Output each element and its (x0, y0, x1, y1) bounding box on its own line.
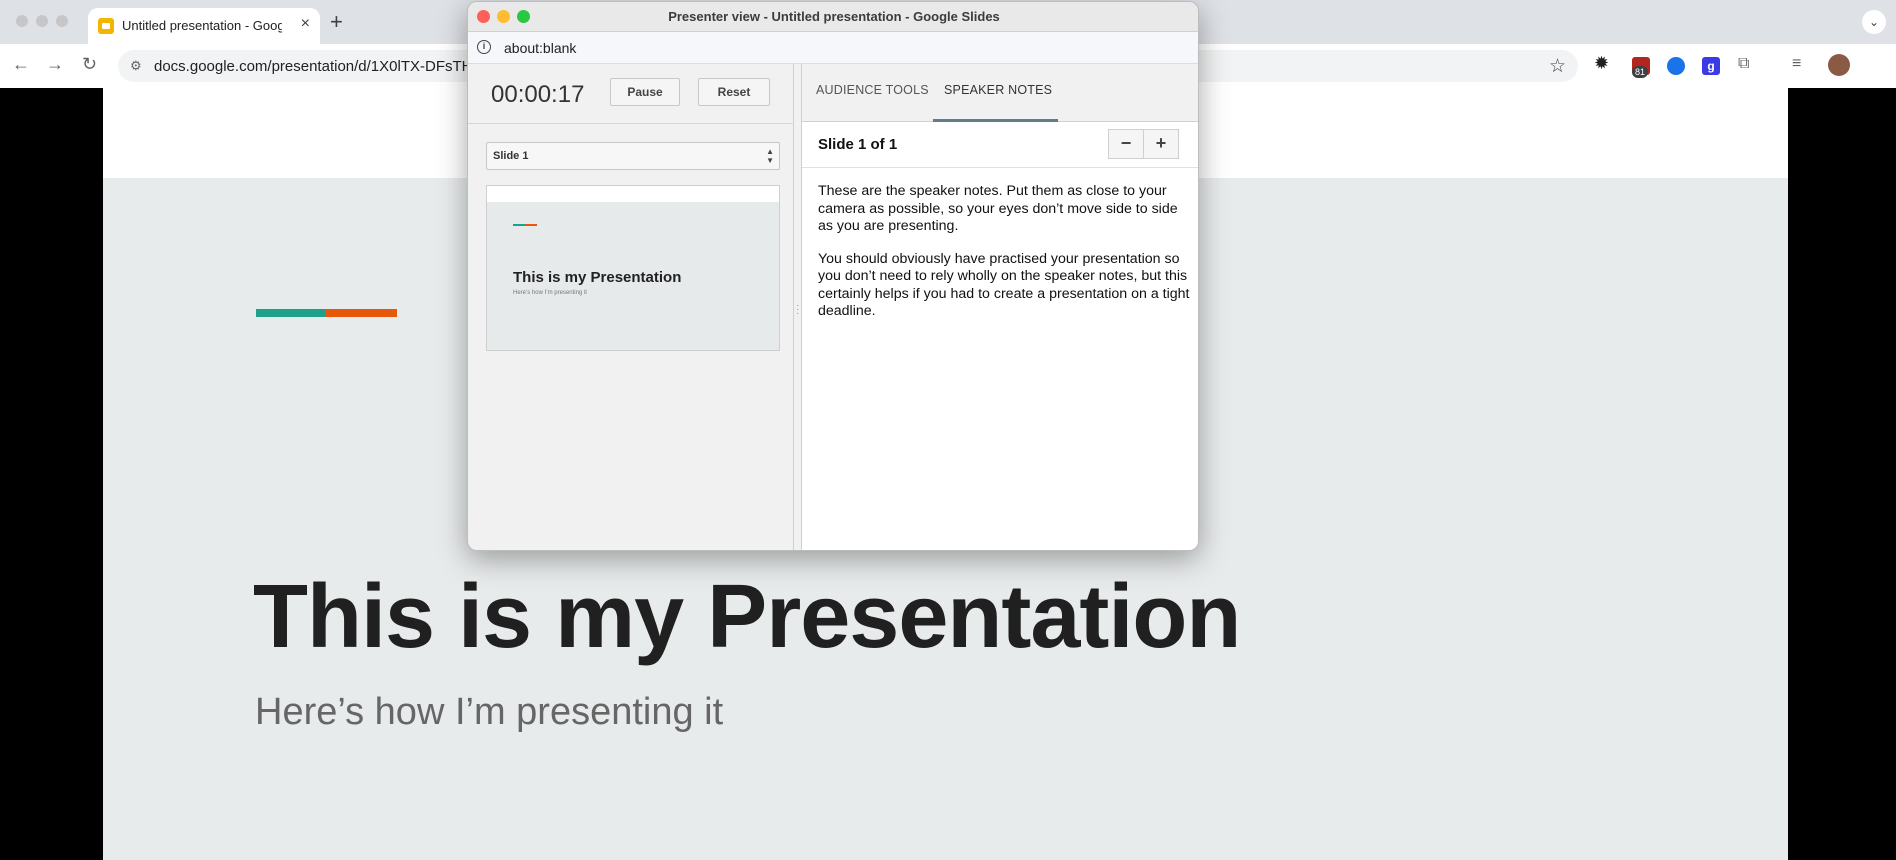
zoom-out-button[interactable]: − (1108, 129, 1144, 159)
info-icon[interactable]: i (477, 40, 491, 54)
notes-paragraph: These are the speaker notes. Put them as… (818, 183, 1178, 234)
notes-slide-counter: Slide 1 of 1 (818, 136, 898, 153)
pane-splitter[interactable]: · · · (794, 64, 802, 550)
window-minimize-dot[interactable] (36, 15, 48, 27)
reload-icon[interactable]: ↻ (82, 54, 97, 75)
notes-header: Slide 1 of 1 − + (802, 122, 1198, 168)
address-url[interactable]: docs.google.com/presentation/d/1X0lTX-DF… (154, 58, 472, 75)
presenter-window-title: Presenter view - Untitled presentation -… (668, 9, 1000, 24)
presentation-timer: 00:00:17 (491, 81, 585, 108)
profile-avatar[interactable] (1828, 54, 1850, 76)
extension-badge: 81 (1632, 66, 1649, 78)
slide-thumbnail[interactable]: This is my Presentation Here’s how I’m p… (486, 185, 780, 351)
presenter-tabs: AUDIENCE TOOLS SPEAKER NOTES (802, 64, 1198, 122)
extensions-puzzle-icon[interactable]: ⧉ (1738, 55, 1756, 73)
tab-speaker-notes[interactable]: SPEAKER NOTES (944, 83, 1052, 97)
thumbnail-accent-orange (525, 224, 537, 226)
presenter-left-pane: 00:00:17 Pause Reset Slide 1 ▲ ▼ This is … (468, 64, 794, 550)
presenter-url: about:blank (504, 40, 577, 56)
slide-accent-orange (326, 309, 397, 317)
zoom-in-button[interactable]: + (1143, 129, 1179, 159)
tab-audience-tools[interactable]: AUDIENCE TOOLS (816, 83, 929, 97)
presenter-titlebar[interactable]: Presenter view - Untitled presentation -… (468, 2, 1198, 32)
pause-button[interactable]: Pause (610, 78, 680, 106)
slide-title: This is my Presentation (253, 567, 1241, 667)
back-arrow-icon[interactable]: ← (12, 54, 30, 75)
select-arrows-icon: ▲ ▼ (766, 147, 774, 165)
extension-g-icon[interactable]: g (1702, 57, 1720, 75)
slide-accent-teal (256, 309, 326, 317)
window-close-dot[interactable] (16, 15, 28, 27)
extension-password-icon[interactable] (1667, 57, 1685, 75)
thumbnail-title: This is my Presentation (513, 269, 682, 286)
bookmark-star-icon[interactable]: ☆ (1549, 55, 1566, 78)
slide-subtitle: Here’s how I’m presenting it (255, 691, 724, 733)
window-zoom-dot[interactable] (56, 15, 68, 27)
thumbnail-top-band (487, 186, 779, 202)
slide-select-dropdown[interactable]: Slide 1 ▲ ▼ (486, 142, 780, 170)
thumbnail-accent-teal (513, 224, 525, 226)
tab-close-icon[interactable]: × (301, 15, 310, 33)
notes-paragraph: You should obviously have practised your… (818, 250, 1190, 320)
tab-title: Untitled presentation - Google Slides (122, 18, 282, 33)
tab-search-icon[interactable]: ⌄ (1862, 10, 1886, 34)
new-tab-icon[interactable]: + (330, 9, 343, 35)
reset-button[interactable]: Reset (698, 78, 770, 106)
forward-arrow-icon[interactable]: → (46, 54, 64, 75)
browser-tab-active[interactable]: Untitled presentation - Google Slides × (88, 8, 320, 44)
left-pane-divider (468, 123, 794, 124)
site-settings-icon[interactable]: ⚙ (130, 58, 142, 74)
slides-favicon-icon (98, 18, 114, 34)
speaker-notes-text: These are the speaker notes. Put them as… (818, 183, 1190, 336)
extension-sun-icon[interactable]: ✹ (1594, 53, 1612, 73)
presenter-right-pane: AUDIENCE TOOLS SPEAKER NOTES Slide 1 of … (802, 64, 1198, 550)
media-control-icon[interactable]: ≡ (1792, 55, 1810, 73)
splitter-grip-icon: · · · (796, 300, 800, 319)
presenter-view-window: Presenter view - Untitled presentation -… (467, 1, 1199, 551)
slide-select-value: Slide 1 (493, 150, 529, 162)
presenter-url-bar: i about:blank (468, 32, 1198, 64)
thumbnail-subtitle: Here’s how I’m presenting it (513, 290, 587, 296)
